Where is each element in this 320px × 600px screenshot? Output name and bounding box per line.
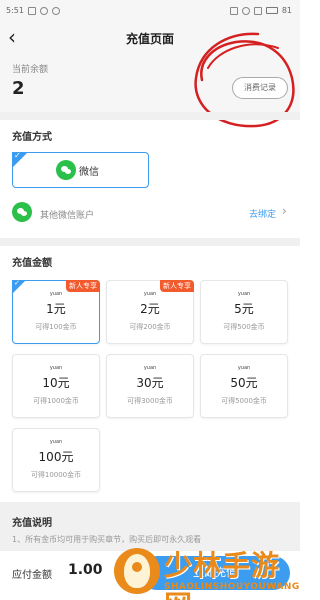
notification-icon	[27, 6, 36, 15]
yuan-superscript: yuan	[143, 291, 157, 297]
status-bar: 5:51 81	[0, 0, 300, 22]
yuan-superscript: yuan	[49, 439, 63, 445]
pay-amount-label: 应付金额	[12, 570, 52, 581]
amount-card-30[interactable]: yuan 30元 可得3000金币	[106, 354, 194, 418]
status-time: 5:51	[6, 6, 24, 15]
chevron-right-icon[interactable]: ›	[282, 204, 287, 218]
amount-value: 1元	[46, 302, 66, 316]
amount-value: 50元	[230, 376, 258, 390]
wechat-pay-label: 微信	[79, 167, 99, 178]
wechat-icon	[12, 202, 32, 222]
amount-value: 2元	[140, 302, 160, 316]
amount-title: 充值金额	[12, 258, 52, 269]
yuan-superscript: yuan	[237, 365, 251, 371]
divider	[0, 238, 300, 246]
amount-card-50[interactable]: yuan 50元 可得5000金币	[200, 354, 288, 418]
pay-method-title: 充值方式	[12, 132, 52, 143]
battery-level: 81	[281, 6, 292, 15]
yuan-superscript: yuan	[49, 365, 63, 371]
amount-coins: 可得1000金币	[33, 397, 79, 405]
check-icon: ✓	[14, 279, 20, 287]
red-circle-annotation	[194, 32, 295, 128]
signal-icon	[253, 6, 262, 15]
amount-card-100[interactable]: yuan 100元 可得10000金币	[12, 428, 100, 492]
amount-coins: 可得5000金币	[221, 397, 267, 405]
check-icon: ✓	[14, 151, 21, 160]
amount-card-2[interactable]: 新人专享 yuan 2元 可得200金币	[106, 280, 194, 344]
wechat-icon	[56, 160, 76, 180]
other-wechat-label[interactable]: 其他微信账户	[40, 208, 94, 221]
sync-icon	[39, 6, 48, 15]
site-watermark: 少林手游网 SHAOLINSHOUYOUWANG	[114, 542, 300, 600]
vibrate-icon	[229, 6, 238, 15]
check-circle-icon	[51, 6, 60, 15]
balance-label: 当前余额	[12, 65, 49, 75]
amount-value: 10元	[42, 376, 70, 390]
amount-coins: 可得200金币	[129, 323, 171, 331]
amount-card-1[interactable]: ✓ 新人专享 yuan 1元 可得100金币	[12, 279, 100, 344]
battery-icon	[265, 7, 278, 14]
yuan-superscript: yuan	[143, 365, 157, 371]
amount-coins: 可得3000金币	[127, 397, 173, 405]
amount-value: 100元	[38, 450, 74, 464]
amount-coins: 可得500金币	[223, 323, 265, 331]
watermark-logo-icon	[114, 548, 160, 594]
yuan-superscript: yuan	[237, 291, 251, 297]
amount-coins: 可得100金币	[35, 323, 77, 331]
amount-card-10[interactable]: yuan 10元 可得1000金币	[12, 354, 100, 418]
divider	[0, 112, 300, 120]
amount-value: 5元	[234, 302, 254, 316]
amount-card-5[interactable]: yuan 5元 可得500金币	[200, 280, 288, 344]
alarm-icon	[241, 6, 250, 15]
bind-link[interactable]: 去绑定	[249, 207, 276, 220]
pay-amount-value: 1.00	[68, 562, 103, 578]
description-title: 充值说明	[12, 518, 52, 529]
amount-coins: 可得10000金币	[30, 471, 82, 479]
watermark-subtitle: SHAOLINSHOUYOUWANG	[164, 582, 300, 592]
amount-value: 30元	[136, 376, 164, 390]
balance-value: 2	[12, 78, 25, 99]
yuan-superscript: yuan	[49, 291, 63, 297]
